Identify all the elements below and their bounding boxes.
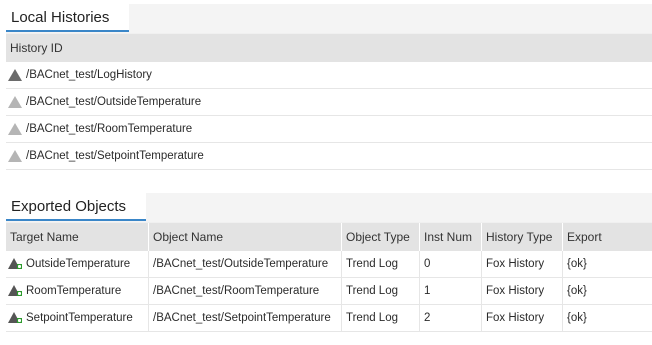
history-type: Fox History — [481, 305, 562, 331]
target-name: OutsideTemperature — [26, 258, 131, 270]
target-name: RoomTemperature — [26, 285, 122, 297]
history-light-icon — [8, 150, 22, 162]
tab-exported-objects[interactable]: Exported Objects — [6, 193, 146, 221]
object-name: /BACnet_test/SetpointTemperature — [148, 305, 341, 331]
column-header-object-name[interactable]: Object Name — [148, 223, 341, 251]
table-row[interactable]: /BACnet_test/LogHistory — [6, 62, 652, 89]
history-id: /BACnet_test/RoomTemperature — [26, 123, 193, 135]
column-header-object-type[interactable]: Object Type — [341, 223, 419, 251]
history-id: /BACnet_test/SetpointTemperature — [26, 150, 204, 162]
table-row[interactable]: OutsideTemperature /BACnet_test/OutsideT… — [6, 251, 652, 278]
table-row[interactable]: SetpointTemperature /BACnet_test/Setpoin… — [6, 305, 652, 332]
object-name: /BACnet_test/RoomTemperature — [148, 278, 341, 304]
table-row[interactable]: /BACnet_test/OutsideTemperature — [6, 89, 652, 116]
inst-num: 2 — [419, 305, 481, 331]
history-id: /BACnet_test/OutsideTemperature — [26, 96, 202, 108]
history-light-icon — [8, 123, 22, 135]
exported-objects-section: Exported Objects Target Name Object Name… — [6, 193, 652, 332]
exported-objects-tabbar: Exported Objects — [6, 193, 652, 222]
column-header-history-type[interactable]: History Type — [481, 223, 562, 251]
history-type: Fox History — [481, 251, 562, 277]
column-header-history-id[interactable]: History ID — [6, 34, 652, 62]
local-histories-header: History ID — [6, 33, 652, 62]
target-name: SetpointTemperature — [26, 312, 133, 324]
export-status: {ok} — [562, 251, 652, 277]
export-status: {ok} — [562, 278, 652, 304]
local-histories-tabbar: Local Histories — [6, 4, 652, 33]
export-history-icon — [8, 312, 22, 323]
object-type: Trend Log — [341, 305, 419, 331]
history-type: Fox History — [481, 278, 562, 304]
object-type: Trend Log — [341, 278, 419, 304]
inst-num: 1 — [419, 278, 481, 304]
column-header-export[interactable]: Export — [562, 223, 652, 251]
local-histories-section: Local Histories History ID /BACnet_test/… — [6, 4, 652, 170]
object-type: Trend Log — [341, 251, 419, 277]
export-history-icon — [8, 285, 22, 296]
column-header-target-name[interactable]: Target Name — [6, 223, 148, 251]
history-id: /BACnet_test/LogHistory — [26, 69, 152, 81]
object-name: /BACnet_test/OutsideTemperature — [148, 251, 341, 277]
history-light-icon — [8, 96, 22, 108]
table-row[interactable]: /BACnet_test/RoomTemperature — [6, 116, 652, 143]
export-history-icon — [8, 258, 22, 269]
history-dark-icon — [8, 69, 22, 81]
inst-num: 0 — [419, 251, 481, 277]
column-header-inst-num[interactable]: Inst Num — [419, 223, 481, 251]
table-row[interactable]: /BACnet_test/SetpointTemperature — [6, 143, 652, 170]
table-row[interactable]: RoomTemperature /BACnet_test/RoomTempera… — [6, 278, 652, 305]
exported-objects-header: Target Name Object Name Object Type Inst… — [6, 222, 652, 251]
export-status: {ok} — [562, 305, 652, 331]
tab-local-histories[interactable]: Local Histories — [6, 4, 129, 32]
